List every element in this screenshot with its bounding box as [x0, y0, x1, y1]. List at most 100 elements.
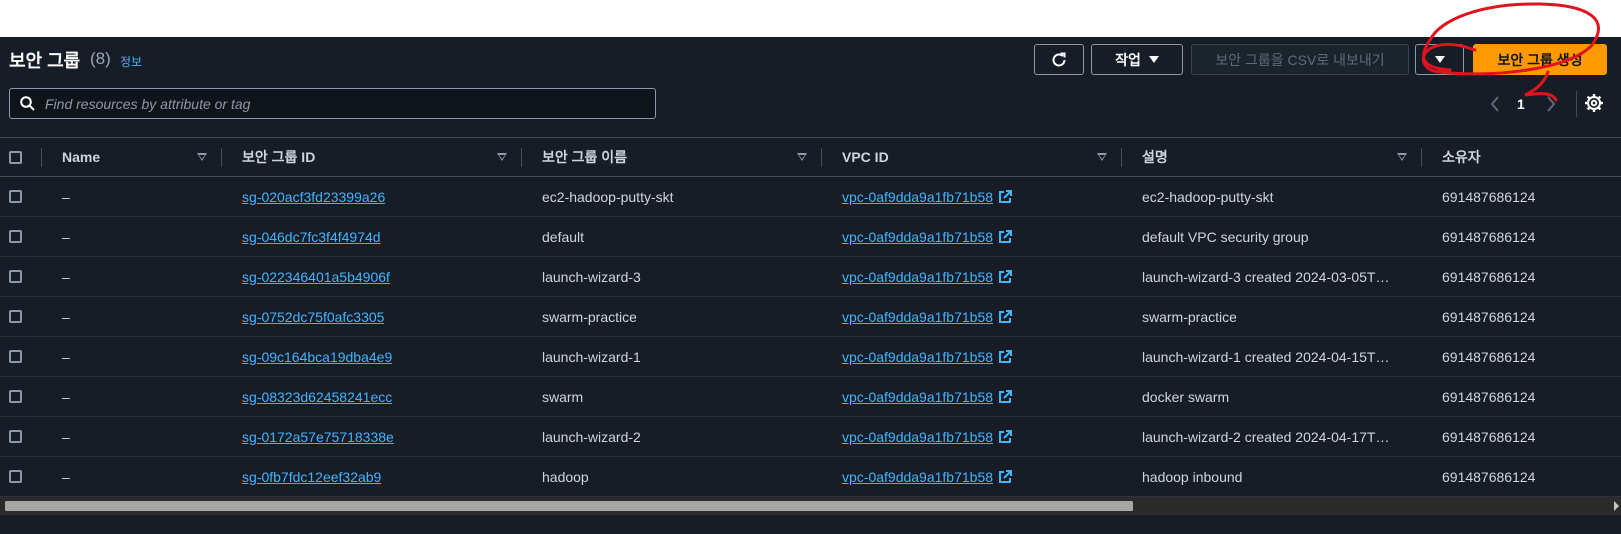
- cell-owner: 691487686124: [1442, 188, 1536, 205]
- cell-vpc-id[interactable]: vpc-0af9dda9a1fb71b58: [842, 257, 1013, 296]
- column-divider[interactable]: [1121, 148, 1122, 167]
- search-field[interactable]: [9, 88, 656, 119]
- column-header-vpc-id[interactable]: VPC ID: [842, 138, 889, 176]
- sg-id-link[interactable]: sg-0fb7fdc12eef32ab9: [242, 469, 381, 485]
- vpc-id-link[interactable]: vpc-0af9dda9a1fb71b58: [842, 309, 993, 325]
- top-blank-area: [0, 0, 1621, 37]
- cell-name: –: [62, 228, 70, 245]
- create-security-group-button[interactable]: 보안 그룹 생성: [1473, 44, 1607, 75]
- select-all-checkbox[interactable]: [9, 151, 22, 164]
- row-checkbox[interactable]: [9, 350, 22, 363]
- cell-sg-id[interactable]: sg-08323d62458241ecc: [242, 377, 392, 416]
- export-csv-button[interactable]: 보안 그룹을 CSV로 내보내기: [1191, 44, 1409, 75]
- cell-owner: 691487686124: [1442, 308, 1536, 325]
- column-header-description[interactable]: 설명: [1142, 138, 1168, 176]
- sort-icon[interactable]: [1397, 153, 1407, 161]
- cell-sg-id[interactable]: sg-020acf3fd23399a26: [242, 177, 385, 216]
- search-input[interactable]: [45, 95, 625, 112]
- cell-vpc-id[interactable]: vpc-0af9dda9a1fb71b58: [842, 457, 1013, 496]
- column-divider[interactable]: [221, 148, 222, 167]
- cell-vpc-id[interactable]: vpc-0af9dda9a1fb71b58: [842, 377, 1013, 416]
- scroll-right-arrow-icon[interactable]: [1614, 501, 1619, 511]
- table-row: – sg-09c164bca19dba4e9 launch-wizard-1 v…: [0, 337, 1621, 377]
- actions-button[interactable]: 작업: [1091, 44, 1183, 75]
- caret-down-icon: [1434, 56, 1445, 63]
- vpc-id-link[interactable]: vpc-0af9dda9a1fb71b58: [842, 429, 993, 445]
- cell-sg-name: launch-wizard-2: [542, 428, 641, 445]
- row-checkbox[interactable]: [9, 270, 22, 283]
- external-link-icon: [999, 429, 1013, 443]
- cell-description: default VPC security group: [1142, 228, 1309, 245]
- sg-id-link[interactable]: sg-022346401a5b4906f: [242, 269, 390, 285]
- vpc-id-link[interactable]: vpc-0af9dda9a1fb71b58: [842, 229, 993, 245]
- cell-sg-id[interactable]: sg-046dc7fc3f4f4974d: [242, 217, 381, 256]
- row-checkbox[interactable]: [9, 470, 22, 483]
- next-page-button[interactable]: [1546, 92, 1556, 116]
- cell-name: –: [62, 468, 70, 485]
- gear-icon: [1585, 94, 1603, 112]
- column-divider[interactable]: [821, 148, 822, 167]
- column-divider[interactable]: [1421, 148, 1422, 167]
- cell-sg-id[interactable]: sg-022346401a5b4906f: [242, 257, 390, 296]
- cell-sg-name: ec2-hadoop-putty-skt: [542, 188, 674, 205]
- sort-icon[interactable]: [497, 153, 507, 161]
- vpc-id-link[interactable]: vpc-0af9dda9a1fb71b58: [842, 269, 993, 285]
- sg-id-link[interactable]: sg-0752dc75f0afc3305: [242, 309, 384, 325]
- sort-icon[interactable]: [1097, 153, 1107, 161]
- column-header-owner[interactable]: 소유자: [1442, 138, 1481, 176]
- row-checkbox[interactable]: [9, 390, 22, 403]
- preferences-button[interactable]: [1584, 93, 1604, 118]
- export-dropdown-button[interactable]: [1415, 44, 1464, 75]
- vpc-id-link[interactable]: vpc-0af9dda9a1fb71b58: [842, 189, 993, 205]
- external-link-icon: [999, 189, 1013, 203]
- cell-sg-id[interactable]: sg-0172a57e75718338e: [242, 417, 394, 456]
- cell-sg-name: default: [542, 228, 585, 245]
- cell-vpc-id[interactable]: vpc-0af9dda9a1fb71b58: [842, 337, 1013, 376]
- security-groups-table: Name 보안 그룹 ID 보안 그룹 이름 VPC ID 설명 소유자 – s…: [0, 137, 1621, 497]
- cell-vpc-id[interactable]: vpc-0af9dda9a1fb71b58: [842, 297, 1013, 336]
- external-link-icon: [999, 229, 1013, 243]
- cell-vpc-id[interactable]: vpc-0af9dda9a1fb71b58: [842, 417, 1013, 456]
- cell-sg-id[interactable]: sg-0fb7fdc12eef32ab9: [242, 457, 381, 496]
- sort-icon[interactable]: [797, 153, 807, 161]
- cell-sg-id[interactable]: sg-09c164bca19dba4e9: [242, 337, 392, 376]
- sg-id-link[interactable]: sg-020acf3fd23399a26: [242, 189, 385, 205]
- row-checkbox[interactable]: [9, 310, 22, 323]
- column-header-name[interactable]: Name: [62, 138, 100, 176]
- table-row: – sg-0172a57e75718338e launch-wizard-2 v…: [0, 417, 1621, 457]
- row-checkbox[interactable]: [9, 430, 22, 443]
- caret-down-icon: [1148, 56, 1159, 63]
- ec2-security-groups-page: 보안 그룹 (8) 정보 작업 보안 그룹을 CSV로 내보내기 보안 그룹 생…: [0, 0, 1621, 534]
- table-row: – sg-022346401a5b4906f launch-wizard-3 v…: [0, 257, 1621, 297]
- row-checkbox[interactable]: [9, 190, 22, 203]
- cell-sg-name: launch-wizard-3: [542, 268, 641, 285]
- sg-id-link[interactable]: sg-046dc7fc3f4f4974d: [242, 229, 381, 245]
- cell-name: –: [62, 308, 70, 325]
- cell-sg-name: launch-wizard-1: [542, 348, 641, 365]
- sg-id-link[interactable]: sg-0172a57e75718338e: [242, 429, 394, 445]
- vpc-id-link[interactable]: vpc-0af9dda9a1fb71b58: [842, 349, 993, 365]
- sg-id-link[interactable]: sg-09c164bca19dba4e9: [242, 349, 392, 365]
- create-label: 보안 그룹 생성: [1497, 51, 1583, 68]
- scrollbar-thumb[interactable]: [5, 501, 1133, 511]
- column-header-sg-name[interactable]: 보안 그룹 이름: [542, 138, 627, 176]
- external-link-icon: [999, 469, 1013, 483]
- vpc-id-link[interactable]: vpc-0af9dda9a1fb71b58: [842, 389, 993, 405]
- cell-vpc-id[interactable]: vpc-0af9dda9a1fb71b58: [842, 177, 1013, 216]
- cell-description: docker swarm: [1142, 388, 1230, 405]
- previous-page-button[interactable]: [1490, 92, 1500, 116]
- horizontal-scrollbar[interactable]: [0, 497, 1621, 515]
- info-link[interactable]: 정보: [120, 53, 142, 70]
- vpc-id-link[interactable]: vpc-0af9dda9a1fb71b58: [842, 469, 993, 485]
- cell-vpc-id[interactable]: vpc-0af9dda9a1fb71b58: [842, 217, 1013, 256]
- column-divider[interactable]: [521, 148, 522, 167]
- refresh-icon: [1052, 52, 1066, 66]
- current-page-number[interactable]: 1: [1517, 92, 1525, 116]
- sort-icon[interactable]: [197, 153, 207, 161]
- column-header-sg-id[interactable]: 보안 그룹 ID: [242, 138, 315, 176]
- refresh-button[interactable]: [1034, 44, 1084, 75]
- cell-owner: 691487686124: [1442, 228, 1536, 245]
- cell-sg-id[interactable]: sg-0752dc75f0afc3305: [242, 297, 384, 336]
- row-checkbox[interactable]: [9, 230, 22, 243]
- sg-id-link[interactable]: sg-08323d62458241ecc: [242, 389, 392, 405]
